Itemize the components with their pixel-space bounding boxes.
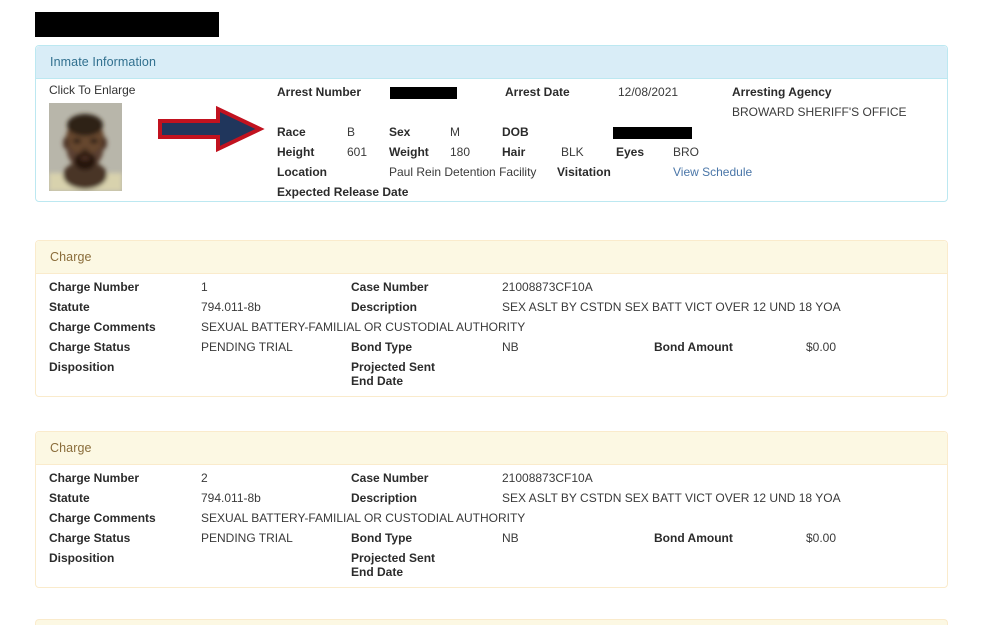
arresting-agency-value: BROWARD SHERIFF'S OFFICE bbox=[732, 105, 907, 119]
inmate-information-body: Click To Enlarge Arrest Number Arrest Da… bbox=[36, 79, 947, 201]
inmate-information-header: Inmate Information bbox=[36, 46, 947, 79]
case-number-label-1: Case Number bbox=[351, 280, 429, 294]
bond-type-label-1: Bond Type bbox=[351, 340, 413, 354]
charge-number-value-2: 2 bbox=[201, 471, 208, 485]
charge-number-label-1: Charge Number bbox=[49, 280, 140, 294]
projected-sent-end-date-label-2: Projected Sent End Date bbox=[351, 551, 436, 579]
charge-comments-label-1: Charge Comments bbox=[49, 320, 156, 334]
right-arrow-icon bbox=[158, 105, 265, 153]
statute-label-2: Statute bbox=[49, 491, 90, 505]
race-value: B bbox=[347, 125, 356, 139]
dob-label: DOB bbox=[502, 125, 529, 139]
charge-status-value-2: PENDING TRIAL bbox=[201, 531, 293, 545]
charge-status-label-1: Charge Status bbox=[49, 340, 131, 354]
click-to-enlarge-label: Click To Enlarge bbox=[49, 83, 136, 97]
case-number-value-2: 21008873CF10A bbox=[502, 471, 593, 485]
bond-type-value-1: NB bbox=[502, 340, 519, 354]
visitation-label: Visitation bbox=[557, 165, 611, 179]
bond-amount-value-2: $0.00 bbox=[806, 531, 837, 545]
hair-value: BLK bbox=[561, 145, 584, 159]
arrest-date-label: Arrest Date bbox=[505, 85, 570, 99]
weight-label: Weight bbox=[389, 145, 429, 159]
redacted-arrest-number bbox=[390, 86, 457, 99]
location-value: Paul Rein Detention Facility bbox=[389, 165, 537, 179]
weight-value: 180 bbox=[450, 145, 471, 159]
charge-comments-value-1: SEXUAL BATTERY-FAMILIAL OR CUSTODIAL AUT… bbox=[201, 320, 526, 334]
description-label-1: Description bbox=[351, 300, 418, 314]
charge-panel-1-header: Charge bbox=[36, 241, 947, 274]
view-schedule-link-wrap: View Schedule bbox=[673, 165, 752, 179]
arrest-number-label: Arrest Number bbox=[277, 85, 362, 99]
statute-value-2: 794.011-8b bbox=[201, 491, 261, 505]
view-schedule-link[interactable]: View Schedule bbox=[673, 165, 752, 179]
disposition-label-1: Disposition bbox=[49, 360, 115, 374]
description-label-2: Description bbox=[351, 491, 418, 505]
charge-panel-2-header: Charge bbox=[36, 432, 947, 465]
case-number-value-1: 21008873CF10A bbox=[502, 280, 593, 294]
description-value-1: SEX ASLT BY CSTDN SEX BATT VICT OVER 12 … bbox=[502, 300, 841, 314]
redacted-inmate-name bbox=[35, 12, 219, 37]
height-label: Height bbox=[277, 145, 315, 159]
location-label: Location bbox=[277, 165, 327, 179]
inmate-information-panel: Inmate Information Click To Enlarge Arre… bbox=[35, 45, 948, 202]
bond-amount-label-2: Bond Amount bbox=[654, 531, 733, 545]
sex-label: Sex bbox=[389, 125, 411, 139]
dob-value bbox=[613, 125, 692, 139]
case-number-label-2: Case Number bbox=[351, 471, 429, 485]
arrest-date-value: 12/08/2021 bbox=[618, 85, 679, 99]
statute-label-1: Statute bbox=[49, 300, 90, 314]
description-value-2: SEX ASLT BY CSTDN SEX BATT VICT OVER 12 … bbox=[502, 491, 841, 505]
redacted-dob bbox=[613, 126, 692, 139]
disposition-label-2: Disposition bbox=[49, 551, 115, 565]
mugshot-thumbnail[interactable] bbox=[49, 103, 122, 191]
sex-value: M bbox=[450, 125, 460, 139]
charge-panel-3-partial bbox=[35, 619, 948, 625]
height-value: 601 bbox=[347, 145, 368, 159]
eyes-label: Eyes bbox=[616, 145, 645, 159]
charge-panel-1-body: Charge Number 1 Case Number 21008873CF10… bbox=[36, 274, 947, 396]
mugshot-image bbox=[49, 103, 122, 191]
arrest-number-value bbox=[390, 85, 457, 99]
charge-status-value-1: PENDING TRIAL bbox=[201, 340, 293, 354]
pointer-arrow-annotation bbox=[156, 104, 266, 154]
charge-status-label-2: Charge Status bbox=[49, 531, 131, 545]
bond-type-value-2: NB bbox=[502, 531, 519, 545]
statute-value-1: 794.011-8b bbox=[201, 300, 261, 314]
charge-comments-value-2: SEXUAL BATTERY-FAMILIAL OR CUSTODIAL AUT… bbox=[201, 511, 526, 525]
bond-amount-label-1: Bond Amount bbox=[654, 340, 733, 354]
charge-number-value-1: 1 bbox=[201, 280, 208, 294]
projected-sent-end-date-label-1: Projected Sent End Date bbox=[351, 360, 436, 388]
eyes-value: BRO bbox=[673, 145, 700, 159]
charge-panel-2: Charge Charge Number 2 Case Number 21008… bbox=[35, 431, 948, 588]
race-label: Race bbox=[277, 125, 306, 139]
charge-panel-2-body: Charge Number 2 Case Number 21008873CF10… bbox=[36, 465, 947, 587]
inmate-detail-page: Inmate Information Click To Enlarge Arre… bbox=[0, 0, 1000, 625]
arresting-agency-label: Arresting Agency bbox=[732, 85, 832, 99]
bond-type-label-2: Bond Type bbox=[351, 531, 413, 545]
charge-panel-1: Charge Charge Number 1 Case Number 21008… bbox=[35, 240, 948, 397]
expected-release-date-label: Expected Release Date bbox=[277, 185, 409, 199]
charge-number-label-2: Charge Number bbox=[49, 471, 140, 485]
bond-amount-value-1: $0.00 bbox=[806, 340, 837, 354]
hair-label: Hair bbox=[502, 145, 526, 159]
charge-comments-label-2: Charge Comments bbox=[49, 511, 156, 525]
